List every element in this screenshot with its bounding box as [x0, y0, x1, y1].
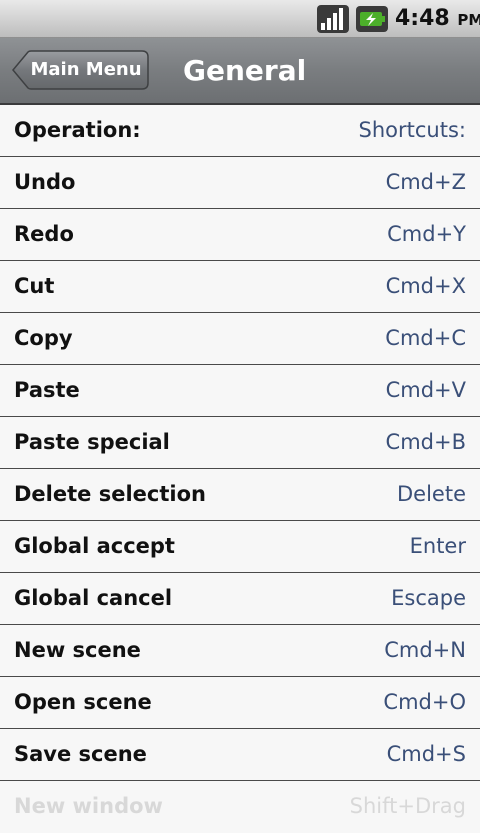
operation-label: Save scene — [14, 742, 147, 766]
status-clock: 4:48 PM — [395, 6, 480, 33]
back-button[interactable]: Main Menu — [12, 50, 149, 90]
shortcut-value: Escape — [391, 586, 466, 610]
shortcut-value: Cmd+Z — [385, 170, 466, 194]
list-item-partial[interactable]: New window Shift+Drag — [0, 781, 480, 833]
operation-label: Paste — [14, 378, 80, 402]
operation-label: Undo — [14, 170, 76, 194]
operation-label: New scene — [14, 638, 141, 662]
operation-label: Paste special — [14, 430, 170, 454]
operation-label: Delete selection — [14, 482, 206, 506]
shortcut-value: Cmd+C — [385, 326, 466, 350]
list-item[interactable]: Save scene Cmd+S — [0, 729, 480, 781]
operation-label: Global cancel — [14, 586, 173, 610]
list-item[interactable]: Undo Cmd+Z — [0, 157, 480, 209]
operation-label: Redo — [14, 222, 74, 246]
list-header-row: Operation: Shortcuts: — [0, 105, 480, 157]
shortcut-value: Cmd+N — [384, 638, 466, 662]
operation-label: New window — [14, 794, 163, 818]
list-item[interactable]: Global cancel Escape — [0, 573, 480, 625]
shortcut-value: Cmd+B — [385, 430, 466, 454]
list-item[interactable]: Copy Cmd+C — [0, 313, 480, 365]
operation-label: Global accept — [14, 534, 175, 558]
operation-label: Copy — [14, 326, 73, 350]
shortcut-value: Shift+Drag — [349, 794, 466, 818]
shortcut-value: Cmd+S — [386, 742, 466, 766]
list-item[interactable]: Paste Cmd+V — [0, 365, 480, 417]
status-time-ampm: PM — [457, 11, 480, 29]
operation-column-header: Operation: — [14, 118, 141, 142]
page-title: General — [183, 54, 307, 87]
list-item[interactable]: New scene Cmd+N — [0, 625, 480, 677]
shortcuts-list: Operation: Shortcuts: Undo Cmd+Z Redo Cm… — [0, 105, 480, 833]
signal-strength-icon — [317, 5, 349, 33]
operation-label: Open scene — [14, 690, 152, 714]
shortcut-value: Cmd+O — [383, 690, 466, 714]
shortcut-column-header: Shortcuts: — [358, 118, 466, 142]
shortcut-value: Cmd+X — [385, 274, 466, 298]
shortcut-value: Cmd+Y — [387, 222, 466, 246]
list-item[interactable]: Cut Cmd+X — [0, 261, 480, 313]
shortcut-value: Delete — [397, 482, 466, 506]
list-item[interactable]: Delete selection Delete — [0, 469, 480, 521]
battery-charging-icon — [356, 6, 388, 32]
shortcut-value: Cmd+V — [385, 378, 466, 402]
list-item[interactable]: Open scene Cmd+O — [0, 677, 480, 729]
navigation-bar: Main Menu General — [0, 38, 480, 105]
back-button-label: Main Menu — [30, 59, 142, 80]
status-bar: 4:48 PM — [0, 0, 480, 38]
status-time-value: 4:48 — [395, 6, 450, 31]
operation-label: Cut — [14, 274, 55, 298]
list-item[interactable]: Redo Cmd+Y — [0, 209, 480, 261]
shortcut-value: Enter — [409, 534, 466, 558]
list-item[interactable]: Global accept Enter — [0, 521, 480, 573]
list-item[interactable]: Paste special Cmd+B — [0, 417, 480, 469]
